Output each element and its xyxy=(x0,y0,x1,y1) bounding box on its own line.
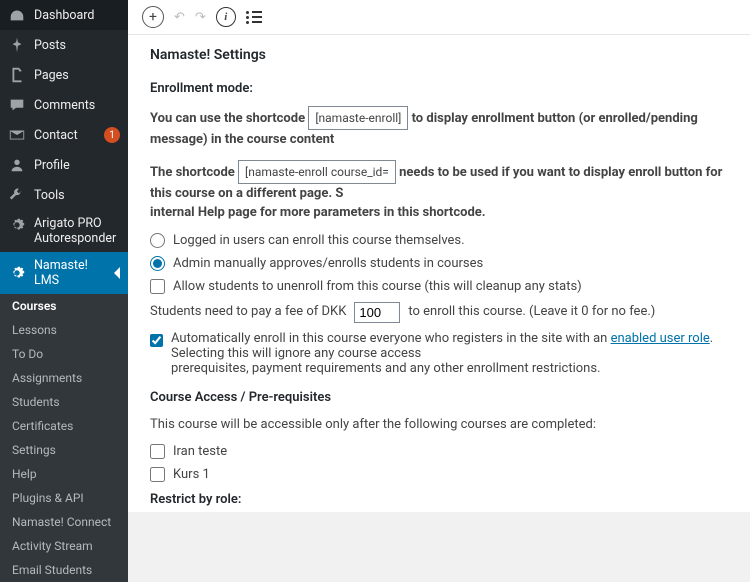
admin-sidebar: Dashboard Posts Pages Comments Contact 1… xyxy=(0,0,128,512)
sidebar-item-tools[interactable]: Tools xyxy=(0,180,128,210)
prereq-2-label: Kurs 1 xyxy=(173,467,210,482)
editor-toolbar: + ↶ ↷ i xyxy=(128,0,750,35)
page-title: Namaste! Settings xyxy=(150,47,728,63)
comment-icon xyxy=(8,96,26,114)
submenu-item-assignments[interactable]: Assignments xyxy=(0,366,128,390)
sidebar-item-posts[interactable]: Posts xyxy=(0,30,128,60)
submenu-item-activity[interactable]: Activity Stream xyxy=(0,534,128,558)
radio-admin-approve[interactable] xyxy=(150,256,165,271)
checkbox-prereq-1[interactable] xyxy=(150,444,165,459)
checkbox-prereq-2[interactable] xyxy=(150,467,165,482)
radio-self-enroll-label: Logged in users can enroll this course t… xyxy=(173,233,465,248)
sidebar-item-label: Namaste! LMS xyxy=(34,258,106,288)
settings-panel: Namaste! Settings Enrollment mode: You c… xyxy=(128,35,750,512)
course-access-text: This course will be accessible only afte… xyxy=(150,415,728,435)
enrollment-mode-heading: Enrollment mode: xyxy=(150,81,728,96)
sidebar-item-label: Tools xyxy=(34,188,65,203)
main-content: + ↶ ↷ i Namaste! Settings Enrollment mod… xyxy=(128,0,750,512)
sidebar-item-label: Arigato PRO Autoresponder xyxy=(34,216,120,246)
course-access-heading: Course Access / Pre-requisites xyxy=(150,390,728,405)
sidebar-item-namaste[interactable]: Namaste! LMS xyxy=(0,252,128,294)
submenu-item-email[interactable]: Email Students xyxy=(0,558,128,582)
shortcode-info-1: You can use the shortcode [namaste-enrol… xyxy=(150,106,728,150)
submenu-item-help[interactable]: Help xyxy=(0,462,128,486)
restrict-role-heading: Restrict by role: xyxy=(150,492,728,507)
submenu-item-settings[interactable]: Settings xyxy=(0,438,128,462)
sidebar-item-comments[interactable]: Comments xyxy=(0,90,128,120)
radio-self-enroll[interactable] xyxy=(150,233,165,248)
shortcode-box-2[interactable]: [namaste-enroll course_id= xyxy=(238,160,396,184)
submenu-item-courses[interactable]: Courses xyxy=(0,294,128,318)
sidebar-item-label: Pages xyxy=(34,68,69,83)
submenu-item-students[interactable]: Students xyxy=(0,390,128,414)
checkbox-unenroll-label: Allow students to unenroll from this cou… xyxy=(173,279,582,294)
dashboard-icon xyxy=(8,6,26,24)
enabled-user-role-link[interactable]: enabled user role xyxy=(611,331,710,346)
user-icon xyxy=(8,156,26,174)
pin-icon xyxy=(8,36,26,54)
sidebar-item-profile[interactable]: Profile xyxy=(0,150,128,180)
fee-label-pre: Students need to pay a fee of DKK xyxy=(150,302,346,322)
notification-badge: 1 xyxy=(104,127,120,143)
sidebar-item-arigato[interactable]: Arigato PRO Autoresponder xyxy=(0,210,128,252)
sidebar-item-label: Contact xyxy=(34,128,78,143)
submenu-item-lessons[interactable]: Lessons xyxy=(0,318,128,342)
wrench-icon xyxy=(8,186,26,204)
gear-icon xyxy=(8,264,26,282)
sidebar-item-contact[interactable]: Contact 1 xyxy=(0,120,128,150)
submenu-item-plugins[interactable]: Plugins & API xyxy=(0,486,128,510)
prereq-1-label: Iran teste xyxy=(173,444,227,459)
checkbox-unenroll[interactable] xyxy=(150,279,165,294)
fee-label-post: to enroll this course. (Leave it 0 for n… xyxy=(408,302,655,322)
sidebar-item-label: Posts xyxy=(34,38,66,53)
sidebar-submenu: Courses Lessons To Do Assignments Studen… xyxy=(0,294,128,582)
radio-admin-approve-label: Admin manually approves/enrolls students… xyxy=(173,256,483,271)
info-button[interactable]: i xyxy=(216,7,236,27)
redo-button[interactable]: ↷ xyxy=(195,10,206,25)
gear-icon xyxy=(8,216,26,234)
mail-icon xyxy=(8,126,26,144)
undo-button[interactable]: ↶ xyxy=(174,10,185,25)
sidebar-item-label: Comments xyxy=(34,98,95,113)
checkbox-auto-enroll[interactable] xyxy=(150,333,163,348)
active-arrow-icon xyxy=(114,267,120,279)
submenu-item-certificates[interactable]: Certificates xyxy=(0,414,128,438)
shortcode-box-1[interactable]: [namaste-enroll] xyxy=(308,106,408,130)
submenu-item-todo[interactable]: To Do xyxy=(0,342,128,366)
page-icon xyxy=(8,66,26,84)
sidebar-item-pages[interactable]: Pages xyxy=(0,60,128,90)
fee-input[interactable] xyxy=(354,302,400,323)
shortcode-info-2: The shortcode [namaste-enroll course_id=… xyxy=(150,160,728,223)
sidebar-item-label: Profile xyxy=(34,158,70,173)
checkbox-auto-enroll-label: Automatically enroll in this course ever… xyxy=(171,331,728,376)
sidebar-item-dashboard[interactable]: Dashboard xyxy=(0,0,128,30)
outline-button[interactable] xyxy=(246,11,262,24)
sidebar-item-label: Dashboard xyxy=(34,8,94,23)
add-block-button[interactable]: + xyxy=(142,6,164,28)
submenu-item-connect[interactable]: Namaste! Connect xyxy=(0,510,128,534)
